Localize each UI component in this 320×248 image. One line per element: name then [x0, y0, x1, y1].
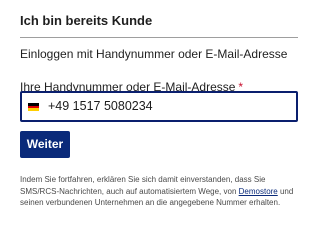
input-value[interactable]: +49 1517 5080234 [48, 93, 153, 120]
legal-text-before: Indem Sie fortfahren, erklären Sie sich … [20, 175, 266, 196]
flag-stripe-gold [28, 108, 39, 112]
continue-button[interactable]: Weiter [20, 131, 70, 158]
login-subheading: Einloggen mit Handynummer oder E-Mail-Ad… [20, 47, 288, 61]
phone-email-input[interactable]: +49 1517 5080234 [20, 91, 298, 122]
divider [20, 37, 298, 38]
demostore-link[interactable]: Demostore [239, 187, 278, 196]
flag-de-icon [28, 103, 39, 112]
page-title: Ich bin bereits Kunde [20, 13, 153, 28]
legal-notice: Indem Sie fortfahren, erklären Sie sich … [20, 174, 300, 209]
